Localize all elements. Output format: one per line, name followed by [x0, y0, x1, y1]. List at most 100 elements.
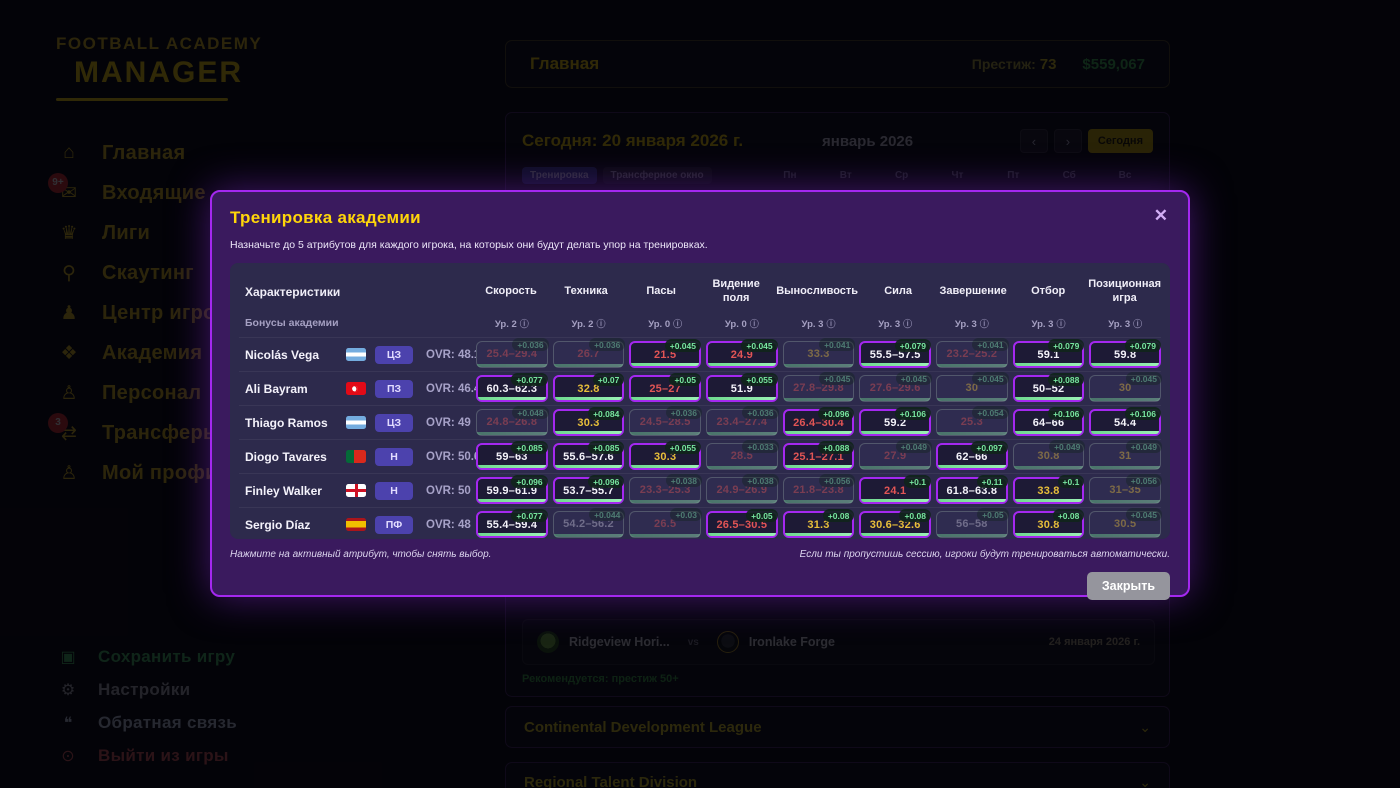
attribute-cell-2-6[interactable]: 25.3 +0.054 [936, 409, 1008, 436]
attribute-cell-4-2[interactable]: 23.3–25.3 +0.038 [629, 477, 701, 504]
bonus-badge: +0.041 [972, 338, 1008, 351]
attribute-cell-2-8[interactable]: 54.4 +0.106 [1089, 409, 1161, 436]
attribute-column-header: Завершение [938, 285, 1008, 299]
attribute-cell-4-4[interactable]: 21.8–23.8 +0.056 [783, 477, 855, 504]
attribute-cell-1-0[interactable]: 60.3–62.3 +0.077 [476, 375, 548, 402]
academy-bonus-level: Ур. 0ⓘ [706, 317, 778, 330]
info-icon: ⓘ [903, 319, 912, 329]
attribute-cell-3-8[interactable]: 31 +0.049 [1089, 443, 1161, 470]
academy-bonus-level: Ур. 3ⓘ [859, 317, 931, 330]
attribute-cell-5-7[interactable]: 30.8 +0.08 [1013, 511, 1085, 538]
attribute-cell-0-6[interactable]: 23.2–25.2 +0.041 [936, 341, 1008, 368]
bonus-badge: +0.05 [746, 509, 778, 522]
progress-bar [860, 398, 930, 401]
academy-bonus-row: Бонусы академииУр. 2ⓘУр. 2ⓘУр. 0ⓘУр. 0ⓘУ… [239, 313, 1161, 333]
academy-bonus-level: Ур. 2ⓘ [476, 317, 548, 330]
close-button[interactable]: Закрыть [1087, 572, 1170, 600]
bonus-badge: +0.045 [819, 372, 855, 385]
player-ovr: OVR: 50 [426, 485, 471, 497]
attribute-cell-1-1[interactable]: 32.8 +0.07 [553, 375, 625, 402]
attribute-cell-2-7[interactable]: 64–66 +0.106 [1013, 409, 1085, 436]
attribute-cell-2-0[interactable]: 24.8–26.8 +0.048 [476, 409, 548, 436]
progress-bar [708, 533, 776, 536]
attribute-cell-5-2[interactable]: 26.5 +0.03 [629, 511, 701, 538]
attribute-cell-5-3[interactable]: 26.5–30.5 +0.05 [706, 511, 778, 538]
attribute-cell-0-1[interactable]: 26.7 +0.036 [553, 341, 625, 368]
bonus-badge: +0.049 [896, 440, 932, 453]
attribute-cell-5-6[interactable]: 56–58 +0.05 [936, 511, 1008, 538]
attribute-cell-1-2[interactable]: 25–27 +0.05 [629, 375, 701, 402]
progress-bar [784, 364, 854, 367]
attribute-cell-0-5[interactable]: 55.5–57.5 +0.079 [859, 341, 931, 368]
attribute-cell-4-3[interactable]: 24.9–26.9 +0.038 [706, 477, 778, 504]
attribute-cell-1-8[interactable]: 30 +0.045 [1089, 375, 1161, 402]
attribute-cell-1-5[interactable]: 27.6–29.6 +0.045 [859, 375, 931, 402]
progress-bar [707, 466, 777, 469]
attribute-cell-0-3[interactable]: 24.9 +0.045 [706, 341, 778, 368]
academy-training-modal: Тренировка академии ✕ Назначьте до 5 атр… [210, 190, 1190, 597]
progress-bar [937, 534, 1007, 537]
attribute-cell-4-5[interactable]: 24.1 +0.1 [859, 477, 931, 504]
progress-bar [861, 499, 929, 502]
attribute-cell-0-2[interactable]: 21.5 +0.045 [629, 341, 701, 368]
attribute-cell-4-8[interactable]: 31–35 +0.056 [1089, 477, 1161, 504]
hint-deselect-note: Нажмите на активный атрибут, чтобы снять… [230, 549, 491, 560]
player-name: Nicolás Vega [245, 348, 337, 362]
attribute-cell-1-3[interactable]: 51.9 +0.055 [706, 375, 778, 402]
attribute-cell-0-7[interactable]: 59.1 +0.079 [1013, 341, 1085, 368]
attribute-cell-3-0[interactable]: 59–63 +0.085 [476, 443, 548, 470]
attribute-cell-4-0[interactable]: 59.9–61.9 +0.096 [476, 477, 548, 504]
attribute-cell-0-0[interactable]: 25.4–29.4 +0.036 [476, 341, 548, 368]
academy-bonus-level: Ур. 3ⓘ [936, 317, 1008, 330]
bonus-badge: +0.08 [823, 509, 855, 522]
attribute-cell-0-4[interactable]: 33.3 +0.041 [783, 341, 855, 368]
bonus-badge: +0.088 [818, 441, 854, 454]
attribute-cell-3-1[interactable]: 55.6–57.6 +0.085 [553, 443, 625, 470]
attribute-cell-3-4[interactable]: 25.1–27.1 +0.088 [783, 443, 855, 470]
progress-bar [478, 533, 546, 536]
attribute-cell-5-1[interactable]: 54.2–56.2 +0.044 [553, 511, 625, 538]
attribute-column-header: Техника [551, 285, 621, 299]
attribute-cell-3-3[interactable]: 28.5 +0.033 [706, 443, 778, 470]
bonus-badge: +0.036 [512, 338, 548, 351]
player-name: Diogo Tavares [245, 450, 337, 464]
player-row: Sergio Díaz ПФ OVR: 48 55.4–59.4 +0.077 … [239, 507, 1161, 541]
bonus-badge: +0.106 [1125, 407, 1161, 420]
attribute-cell-1-6[interactable]: 30 +0.045 [936, 375, 1008, 402]
attribute-cell-1-7[interactable]: 50–52 +0.088 [1013, 375, 1085, 402]
progress-bar [861, 431, 929, 434]
player-row: Diogo Tavares Н OVR: 50.6 59–63 +0.085 5… [239, 439, 1161, 473]
progress-bar [1015, 533, 1083, 536]
attribute-cell-1-4[interactable]: 27.8–29.8 +0.045 [783, 375, 855, 402]
bonus-badge: +0.106 [895, 407, 931, 420]
attribute-cell-3-2[interactable]: 30.3 +0.055 [629, 443, 701, 470]
attribute-cell-5-0[interactable]: 55.4–59.4 +0.077 [476, 511, 548, 538]
progress-bar [555, 499, 623, 502]
attribute-cell-3-6[interactable]: 62–66 +0.097 [936, 443, 1008, 470]
attribute-column-header: Пасы [626, 285, 696, 299]
bonus-badge: +0.036 [742, 406, 778, 419]
attribute-cell-4-6[interactable]: 61.8–63.8 +0.11 [936, 477, 1008, 504]
bonus-badge: +0.048 [512, 406, 548, 419]
attribute-cell-5-5[interactable]: 30.6–32.6 +0.08 [859, 511, 931, 538]
bonus-badge: +0.1 [1058, 475, 1085, 488]
bonus-badge: +0.045 [972, 372, 1008, 385]
attribute-cell-0-8[interactable]: 59.8 +0.079 [1089, 341, 1161, 368]
progress-bar [785, 431, 853, 434]
attribute-cell-2-4[interactable]: 26.4–30.4 +0.096 [783, 409, 855, 436]
attribute-cell-3-7[interactable]: 30.8 +0.049 [1013, 443, 1085, 470]
attribute-cell-2-1[interactable]: 30.3 +0.084 [553, 409, 625, 436]
flag-icon-england [346, 484, 366, 497]
attribute-cell-2-5[interactable]: 59.2 +0.106 [859, 409, 931, 436]
close-icon[interactable]: ✕ [1154, 206, 1168, 226]
table-header-row: ХарактеристикиСкоростьТехникаПасыВидение… [239, 271, 1161, 313]
attribute-cell-2-3[interactable]: 23.4–27.4 +0.036 [706, 409, 778, 436]
attribute-cell-4-7[interactable]: 33.8 +0.1 [1013, 477, 1085, 504]
attribute-cell-2-2[interactable]: 24.5–28.5 +0.036 [629, 409, 701, 436]
position-badge: Н [375, 482, 413, 500]
attribute-cell-5-8[interactable]: 30.5 +0.045 [1089, 511, 1161, 538]
attribute-cell-4-1[interactable]: 53.7–55.7 +0.096 [553, 477, 625, 504]
attribute-cell-3-5[interactable]: 27.9 +0.049 [859, 443, 931, 470]
attribute-cell-5-4[interactable]: 31.3 +0.08 [783, 511, 855, 538]
info-icon: ⓘ [980, 319, 989, 329]
